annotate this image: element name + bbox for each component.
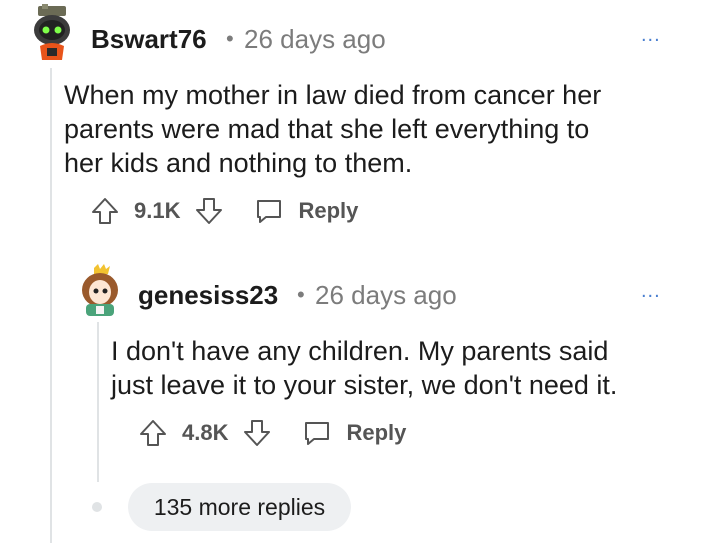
reply-reply-button[interactable]: Reply [302, 418, 406, 448]
reply-username[interactable]: genesiss23 [138, 280, 278, 311]
reply-separator: • [297, 282, 305, 307]
comment-body: When my mother in law died from cancer h… [64, 80, 602, 178]
comment-timestamp: 26 days ago [244, 24, 386, 54]
more-replies-button[interactable]: 135 more replies [128, 483, 351, 531]
comment-reply-label: Reply [298, 198, 359, 223]
reply-more-button[interactable]: ... [641, 280, 661, 303]
robot-avatar-icon[interactable] [30, 4, 74, 62]
downvote-arrow-icon[interactable] [194, 196, 224, 226]
comment-more-button[interactable]: ... [641, 24, 661, 47]
thread-line-reply[interactable] [97, 322, 99, 482]
reply-bubble-icon [254, 196, 284, 226]
comment-username[interactable]: Bswart76 [91, 24, 207, 55]
upvote-arrow-icon[interactable] [90, 196, 120, 226]
reply-body: I don't have any children. My parents sa… [111, 336, 618, 400]
reply-bubble-icon [302, 418, 332, 448]
reply-reply-label: Reply [346, 420, 407, 445]
thread-line-main[interactable] [50, 68, 52, 543]
girl-avatar-icon[interactable] [78, 264, 122, 316]
reply-actions: 4.8K Reply [138, 418, 406, 448]
comment-reply-button[interactable]: Reply [254, 196, 358, 226]
collapsed-thread-dot [92, 502, 102, 512]
reply-timestamp: 26 days ago [315, 280, 457, 310]
comment-actions: 9.1K Reply [90, 196, 358, 226]
upvote-arrow-icon[interactable] [138, 418, 168, 448]
comment-separator: • [226, 26, 234, 51]
comment-vote-count: 9.1K [134, 198, 181, 223]
downvote-arrow-icon[interactable] [242, 418, 272, 448]
reply-vote-count: 4.8K [182, 420, 229, 445]
